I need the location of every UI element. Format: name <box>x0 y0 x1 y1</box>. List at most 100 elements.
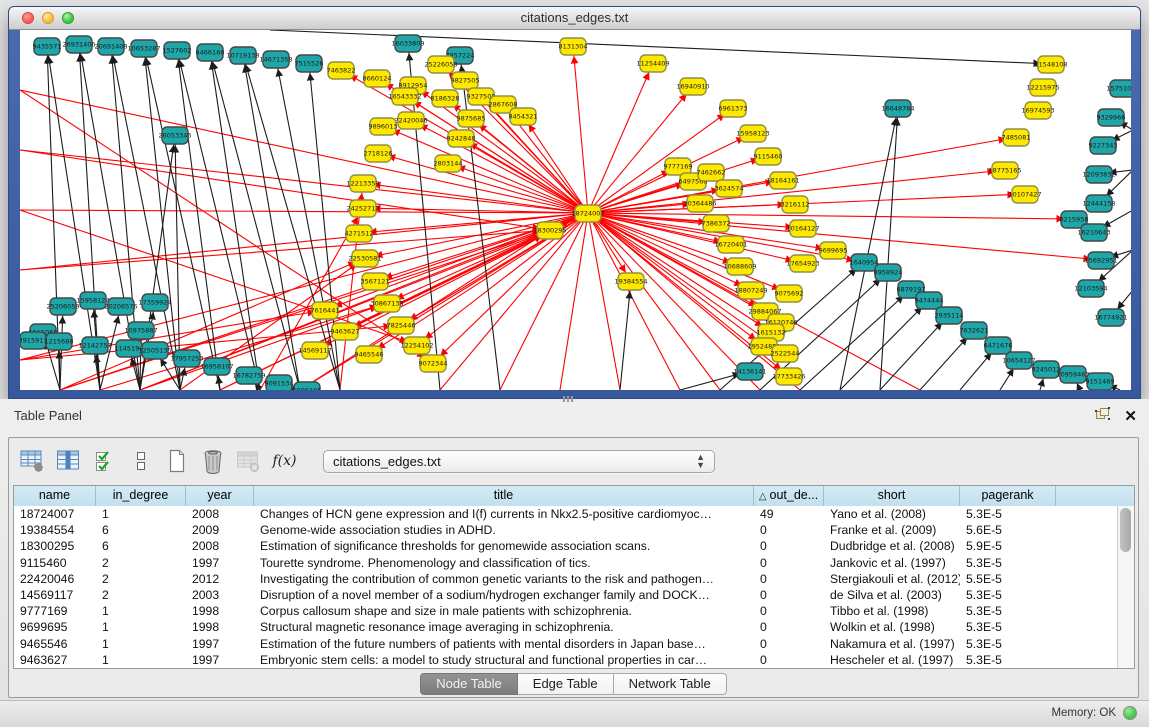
graph-node[interactable]: 12505135 <box>138 342 171 359</box>
graph-node[interactable]: 9091534 <box>265 375 294 390</box>
graph-node[interactable]: 15958123 <box>736 125 769 142</box>
graph-node[interactable]: 18807249 <box>734 282 767 299</box>
graph-node[interactable]: 12093832 <box>1082 166 1115 183</box>
graph-node[interactable]: 30867138 <box>370 295 403 312</box>
graph-node[interactable]: 12215975 <box>1026 79 1059 96</box>
table-row[interactable]: 1456911722003Disruption of a novel membe… <box>14 587 1118 603</box>
graph-node[interactable]: 9875685 <box>457 110 486 127</box>
graph-node[interactable]: 2935114 <box>935 307 964 324</box>
graph-node[interactable]: 8660124 <box>363 70 392 87</box>
graph-node[interactable]: 9227343 <box>1089 137 1118 154</box>
graph-node[interactable]: 25226058 <box>424 56 457 73</box>
panel-resize-grip[interactable] <box>563 396 573 402</box>
graph-node[interactable]: 6471676 <box>984 337 1013 354</box>
delete-table-button[interactable] <box>199 448 226 475</box>
graph-node[interactable]: 10688609 <box>723 258 756 275</box>
table-row[interactable]: 946362711997Embryonic stem cells: a mode… <box>14 652 1118 668</box>
column-header-pagerank[interactable]: pagerank <box>960 486 1056 506</box>
graph-node[interactable]: 17957253 <box>170 350 203 367</box>
graph-node[interactable]: 14671358 <box>259 51 292 68</box>
table-row[interactable]: 1872400712008Changes of HCN gene express… <box>14 506 1118 522</box>
graph-node[interactable]: 10164127 <box>786 220 819 237</box>
network-canvas[interactable]: 9435571269314062069140810653287152760264… <box>20 30 1131 390</box>
graph-node[interactable]: 9699695 <box>819 242 848 259</box>
table-row[interactable]: 911546021997Tourette syndrome. Phenomeno… <box>14 555 1118 571</box>
graph-node[interactable]: 1215688 <box>45 333 74 350</box>
graph-node[interactable]: 16974593 <box>1021 102 1054 119</box>
close-panel-icon[interactable]: ✕ <box>1124 410 1137 424</box>
graph-node[interactable]: 16782759 <box>232 367 265 384</box>
graph-node[interactable]: 12103594 <box>1074 280 1107 297</box>
graph-node[interactable]: 8958924 <box>874 264 903 281</box>
graph-node[interactable]: 16648784 <box>881 100 914 117</box>
network-table-select[interactable]: citations_edges.txt ▲▼ <box>323 450 715 473</box>
graph-node[interactable]: 7386372 <box>702 215 731 232</box>
graph-node[interactable]: 2803144 <box>434 155 463 172</box>
graph-node[interactable]: 20691408 <box>94 38 127 55</box>
graph-node[interactable]: 8131304 <box>559 38 588 55</box>
graph-node[interactable]: 19384554 <box>614 273 647 290</box>
graph-node[interactable]: 3567121 <box>361 273 390 290</box>
close-window-button[interactable] <box>22 12 34 24</box>
graph-node[interactable]: 18164161 <box>766 172 799 189</box>
graph-node[interactable]: 16774921 <box>1094 309 1127 326</box>
graph-node[interactable]: 7485081 <box>1002 129 1031 146</box>
graph-node[interactable]: 18300295 <box>533 222 566 239</box>
window-titlebar[interactable]: citations_edges.txt <box>9 7 1140 30</box>
scrollbar-thumb[interactable] <box>1120 508 1131 552</box>
table-row[interactable]: 2242004622012Investigating the contribut… <box>14 571 1118 587</box>
graph-node[interactable]: 11254409 <box>636 55 669 72</box>
table-row[interactable]: 969969511998Structural magnetic resonanc… <box>14 619 1118 635</box>
float-panel-icon[interactable] <box>1095 407 1110 426</box>
graph-node[interactable]: 10107427 <box>1008 186 1041 203</box>
tab-edge-table[interactable]: Edge Table <box>518 673 614 695</box>
table-scrollbar[interactable] <box>1117 506 1134 668</box>
column-header-in_degree[interactable]: in_degree <box>96 486 186 506</box>
graph-node[interactable]: 7616441 <box>311 302 340 319</box>
graph-node[interactable]: 24252712 <box>346 200 379 217</box>
graph-node[interactable]: 4271512 <box>345 225 374 242</box>
graph-node[interactable]: 22530581 <box>348 250 381 267</box>
graph-node[interactable]: 6961373 <box>719 100 748 117</box>
graph-node[interactable]: 9329966 <box>1097 109 1126 126</box>
graph-node[interactable]: 7515526 <box>295 55 324 72</box>
graph-node[interactable]: 20364486 <box>683 195 716 212</box>
graph-node[interactable]: 16940910 <box>676 78 709 95</box>
graph-node[interactable]: 14569117 <box>298 342 331 359</box>
graph-node[interactable]: 9242848 <box>447 130 476 147</box>
graph-node[interactable]: 7825446 <box>387 317 416 334</box>
graph-node[interactable]: 3216112 <box>781 196 810 213</box>
graph-node[interactable]: 15751074 <box>1106 80 1131 97</box>
graph-node[interactable]: 10975887 <box>124 322 157 339</box>
select-rows-button[interactable] <box>91 448 118 475</box>
graph-node[interactable]: 16543332 <box>388 88 421 105</box>
graph-node[interactable]: 9465546 <box>355 346 384 363</box>
minimize-window-button[interactable] <box>42 12 54 24</box>
column-header-year[interactable]: year <box>186 486 254 506</box>
graph-node[interactable]: 17733426 <box>772 368 805 385</box>
graph-node[interactable]: 12444158 <box>1082 195 1115 212</box>
graph-node[interactable]: 7632621 <box>960 322 989 339</box>
graph-node[interactable]: 8186328 <box>431 90 460 107</box>
graph-node[interactable]: 9151469 <box>1086 373 1115 390</box>
table-row[interactable]: 946554611997Estimation of the future num… <box>14 636 1118 652</box>
graph-node[interactable]: 9072344 <box>419 355 448 372</box>
destroy-table-button[interactable] <box>235 448 262 475</box>
graph-node[interactable]: 20206576 <box>104 298 137 315</box>
zoom-window-button[interactable] <box>62 12 74 24</box>
table-row[interactable]: 1938455462009Genome-wide association stu… <box>14 522 1118 538</box>
new-table-button[interactable] <box>163 448 190 475</box>
table-settings-button[interactable] <box>19 448 46 475</box>
graph-node[interactable]: 2522544 <box>771 345 800 362</box>
graph-node[interactable]: 16958107 <box>200 358 233 375</box>
graph-node[interactable]: 12213359 <box>346 175 379 192</box>
graph-node[interactable]: 5905195 <box>293 382 322 390</box>
graph-node[interactable]: 16720401 <box>714 236 747 253</box>
graph-node[interactable]: 16033809 <box>391 35 424 52</box>
graph-node[interactable]: 9463627 <box>331 323 360 340</box>
column-header-out_de[interactable]: △out_de... <box>754 486 824 506</box>
graph-node[interactable]: 3915911 <box>20 332 47 349</box>
graph-node[interactable]: 18724007 <box>571 205 604 222</box>
graph-node[interactable]: 9474444 <box>915 292 944 309</box>
graph-node[interactable]: 17359924 <box>138 294 171 311</box>
